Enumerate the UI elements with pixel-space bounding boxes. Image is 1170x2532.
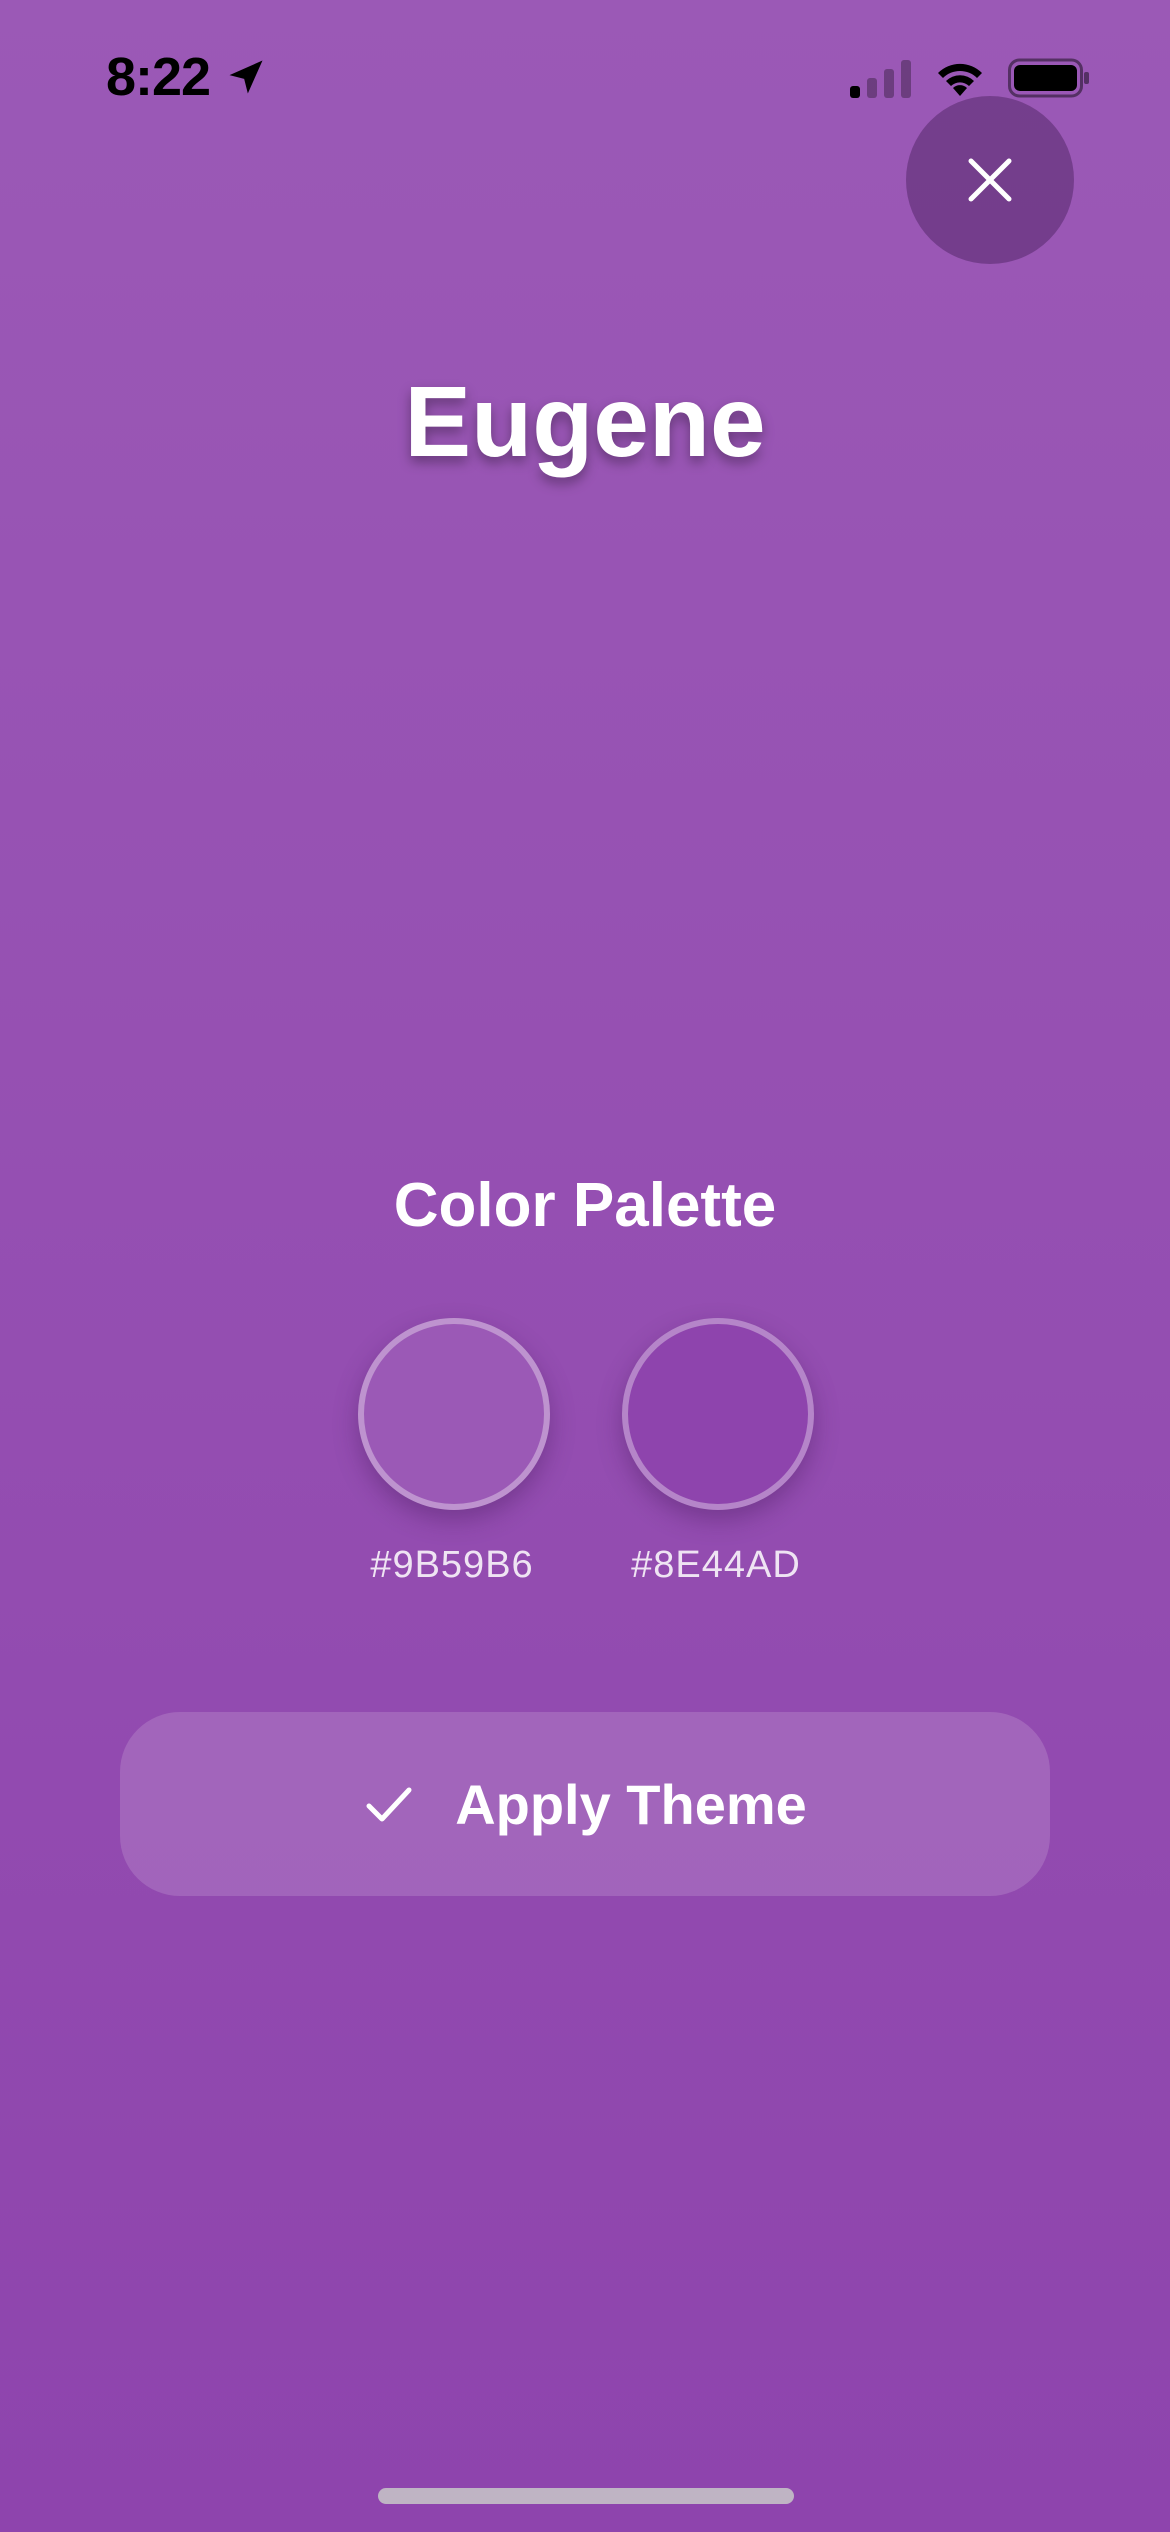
color-swatch-2[interactable] <box>622 1318 814 1510</box>
close-icon <box>968 158 1012 202</box>
page-title: Eugene <box>404 366 766 478</box>
status-indicators <box>850 55 1090 100</box>
status-time-group: 8:22 <box>106 42 268 112</box>
checkmark-icon <box>366 1787 412 1822</box>
close-button[interactable] <box>906 96 1074 264</box>
color-swatch-label-2: #8E44AD <box>631 1544 801 1586</box>
status-time: 8:22 <box>106 47 211 107</box>
cellular-signal-icon <box>850 59 911 98</box>
color-swatch-label-1: #9B59B6 <box>370 1544 534 1586</box>
wifi-icon <box>938 63 982 96</box>
apply-theme-label: Apply Theme <box>455 1772 807 1836</box>
location-arrow-icon <box>229 60 263 94</box>
apply-theme-button[interactable]: Apply Theme <box>120 1712 1050 1896</box>
palette-heading: Color Palette <box>393 1171 777 1240</box>
home-indicator[interactable] <box>378 2488 794 2504</box>
battery-icon <box>1008 58 1089 97</box>
color-swatch-1[interactable] <box>358 1318 550 1510</box>
